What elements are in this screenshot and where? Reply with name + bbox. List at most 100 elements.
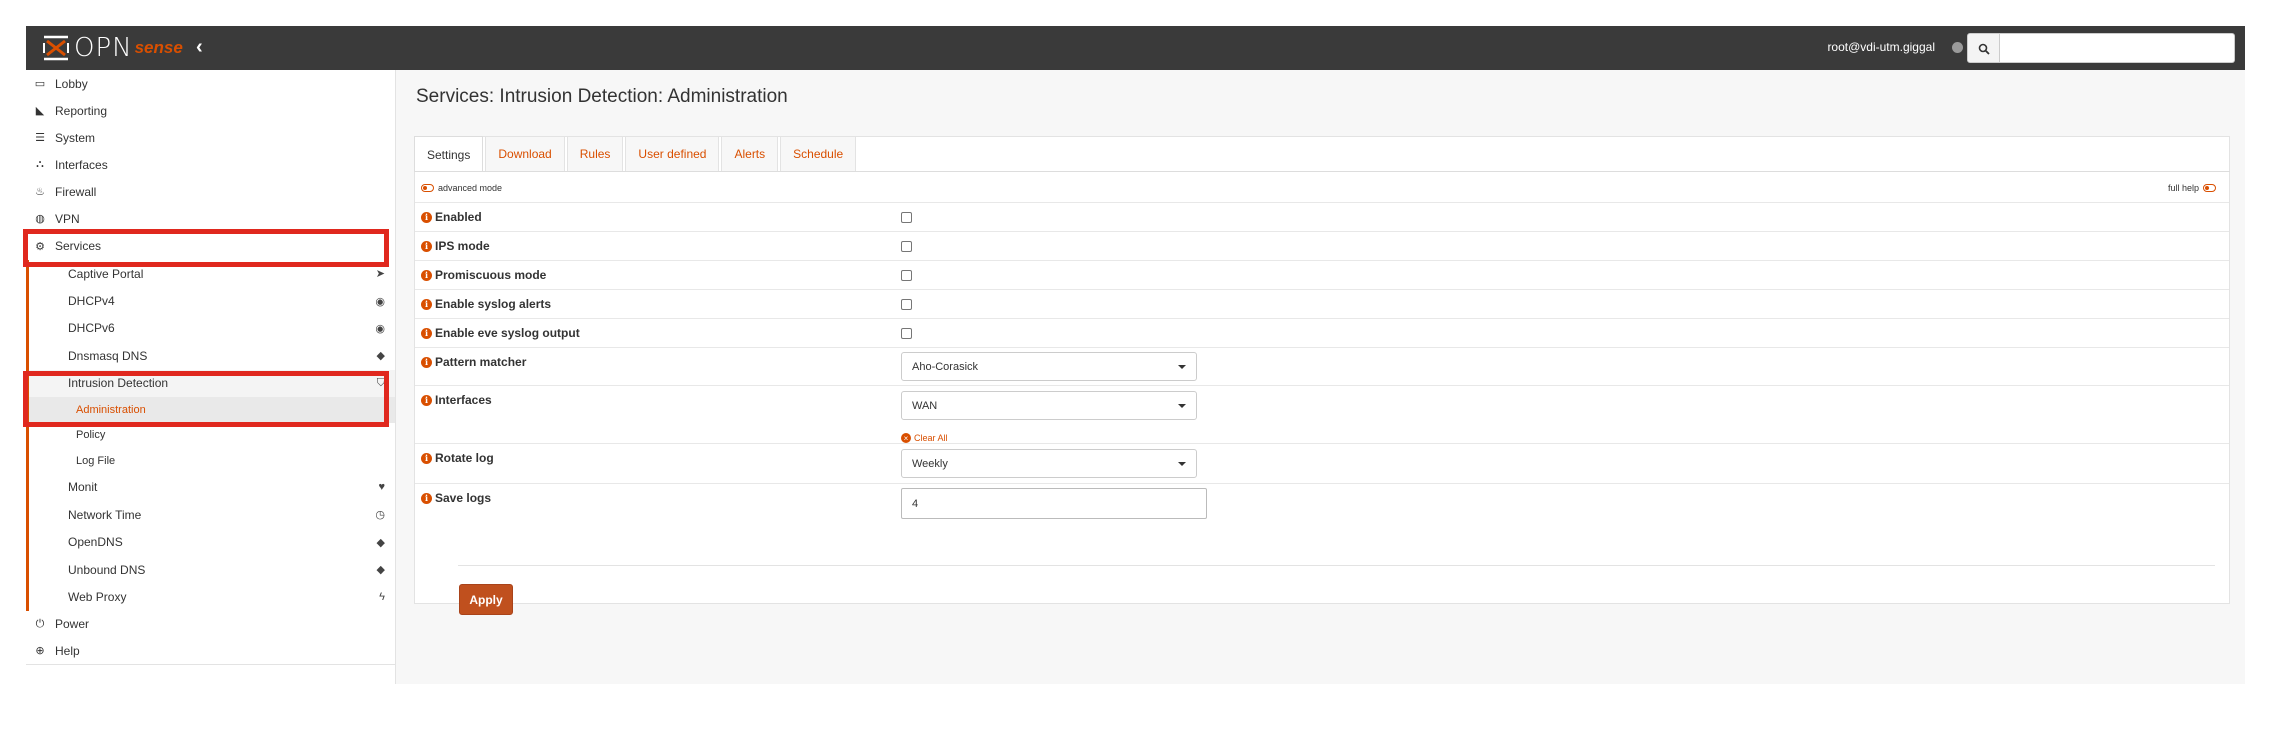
sidebar-item-help[interactable]: ⊕ Help: [26, 638, 395, 665]
sidebar-item-label: Unbound DNS: [68, 562, 146, 577]
field-label-text: Interfaces: [435, 393, 492, 407]
rotate-log-select[interactable]: Weekly: [901, 449, 1197, 478]
info-icon[interactable]: i: [421, 356, 432, 368]
field-label-text: Enabled: [435, 210, 482, 224]
field-label[interactable]: i Pattern matcher: [421, 355, 526, 369]
sidebar-item-dhcpv6[interactable]: DHCPv6 ◉: [26, 314, 395, 343]
field-label-text: IPS mode: [435, 239, 490, 253]
enabled-checkbox[interactable]: [901, 212, 912, 223]
sidebar-item-label: Firewall: [55, 184, 97, 199]
sidebar-item-power[interactable]: ⏻ Power: [26, 611, 395, 638]
status-indicator-icon[interactable]: [1952, 42, 1963, 53]
field-label[interactable]: i IPS mode: [421, 239, 490, 253]
sidebar-item-reporting[interactable]: ◣ Reporting: [26, 97, 395, 124]
sidebar-item-web-proxy[interactable]: Web Proxy ϟ: [26, 583, 395, 611]
sidebar-item-label: System: [55, 130, 96, 145]
tags-icon: ◆: [376, 536, 385, 549]
clear-all-label: Clear All: [914, 433, 948, 443]
row-syslog-alerts: i Enable syslog alerts: [415, 289, 2229, 318]
search-button[interactable]: [1967, 33, 2000, 63]
input-value: 4: [912, 497, 919, 510]
sidebar-item-unbound-dns[interactable]: Unbound DNS ◆: [26, 555, 395, 584]
logo-text: OPN: [74, 33, 133, 63]
tab-user-defined[interactable]: User defined: [625, 136, 720, 171]
info-icon[interactable]: i: [421, 211, 432, 223]
sidebar-item-network-time[interactable]: Network Time ◷: [26, 501, 395, 529]
sidebar-item-monit[interactable]: Monit ♥: [26, 473, 395, 502]
row-enabled: i Enabled: [415, 202, 2229, 231]
info-icon[interactable]: i: [421, 269, 432, 281]
info-icon[interactable]: i: [421, 327, 432, 339]
highlight-intrusion-detection: [23, 371, 389, 427]
tab-rules[interactable]: Rules: [566, 136, 624, 171]
user-menu[interactable]: root@vdi-utm.giggal: [1827, 40, 1935, 54]
full-help-toggle[interactable]: full help: [2168, 183, 2217, 193]
info-icon[interactable]: i: [421, 394, 432, 406]
syslog-alerts-checkbox[interactable]: [901, 299, 912, 310]
sidebar-item-dhcpv4[interactable]: DHCPv4 ◉: [26, 287, 395, 315]
apply-button[interactable]: Apply: [459, 584, 513, 615]
tab-alerts[interactable]: Alerts: [721, 136, 779, 171]
sidebar-item-interfaces[interactable]: ⛬ Interfaces: [26, 151, 395, 178]
row-save-logs: i Save logs 4: [415, 483, 2229, 527]
clear-all-link[interactable]: × Clear All: [901, 433, 948, 443]
globe-icon: ◍: [35, 213, 45, 225]
field-label-text: Rotate log: [435, 451, 494, 465]
field-label-text: Pattern matcher: [435, 355, 527, 369]
sidebar-item-label: Network Time: [68, 507, 142, 522]
search-input[interactable]: [2000, 33, 2235, 63]
server-icon: ☰: [35, 132, 45, 144]
sidebar-item-system[interactable]: ☰ System: [26, 124, 395, 151]
advanced-mode-label: advanced mode: [438, 183, 503, 193]
field-label[interactable]: i Save logs: [421, 491, 491, 505]
ips-mode-checkbox[interactable]: [901, 241, 912, 252]
toggle-off-icon: [421, 184, 434, 192]
pattern-matcher-select[interactable]: Aho-Corasick: [901, 352, 1197, 381]
save-logs-input[interactable]: 4: [901, 488, 1207, 519]
caret-down-icon: [1178, 462, 1186, 466]
sidebar-item-firewall[interactable]: ♨ Firewall: [26, 178, 395, 205]
sidebar-item-dnsmasq-dns[interactable]: Dnsmasq DNS ◆: [26, 342, 395, 370]
fire-icon: ♨: [35, 186, 45, 198]
field-label-text: Save logs: [435, 491, 492, 505]
info-icon[interactable]: i: [421, 492, 432, 504]
info-icon[interactable]: i: [421, 452, 432, 464]
sidebar-item-label: Interfaces: [55, 157, 108, 172]
field-label[interactable]: i Interfaces: [421, 393, 492, 407]
sidebar-item-lobby[interactable]: ▭ Lobby: [26, 70, 395, 97]
field-label-text: Promiscuous mode: [435, 268, 547, 282]
advanced-mode-toggle[interactable]: advanced mode: [421, 183, 502, 193]
sidebar-item-vpn[interactable]: ◍ VPN: [26, 205, 395, 232]
sidebar-item-label: Monit: [68, 480, 98, 495]
sidebar-item-log-file[interactable]: Log File: [26, 448, 395, 474]
row-pattern-matcher: i Pattern matcher Aho-Corasick: [415, 347, 2229, 385]
sidebar-item-label: Web Proxy: [68, 589, 127, 604]
search-icon: [1978, 43, 1990, 55]
tab-download[interactable]: Download: [485, 136, 565, 171]
field-label[interactable]: i Enable eve syslog output: [421, 326, 580, 340]
promiscuous-mode-checkbox[interactable]: [901, 270, 912, 281]
sidebar-item-opendns[interactable]: OpenDNS ◆: [26, 528, 395, 556]
tab-settings[interactable]: Settings: [414, 136, 484, 172]
opnsense-mark-icon: [43, 35, 69, 61]
info-icon[interactable]: i: [421, 298, 432, 310]
tags-icon: ◆: [376, 564, 385, 577]
tab-schedule[interactable]: Schedule: [780, 136, 857, 171]
field-label[interactable]: i Promiscuous mode: [421, 268, 546, 282]
tab-bar: Settings Download Rules User defined Ale…: [414, 136, 858, 172]
select-value: Weekly: [912, 457, 948, 470]
bullseye-icon: ◉: [375, 322, 385, 335]
life-ring-icon: ⊕: [35, 645, 45, 658]
info-icon[interactable]: i: [421, 240, 432, 252]
sidebar-item-label: Lobby: [55, 76, 88, 91]
opnsense-logo[interactable]: OPN sense: [42, 33, 183, 63]
area-chart-icon: ◣: [35, 105, 45, 117]
field-label[interactable]: i Enable syslog alerts: [421, 297, 551, 311]
eve-syslog-checkbox[interactable]: [901, 328, 912, 339]
interfaces-select[interactable]: WAN: [901, 391, 1197, 420]
times-circle-icon: ×: [901, 433, 911, 443]
caret-down-icon: [1178, 404, 1186, 408]
field-label[interactable]: i Enabled: [421, 210, 482, 224]
collapse-sidebar-icon[interactable]: ‹: [196, 36, 203, 59]
field-label[interactable]: i Rotate log: [421, 451, 494, 465]
